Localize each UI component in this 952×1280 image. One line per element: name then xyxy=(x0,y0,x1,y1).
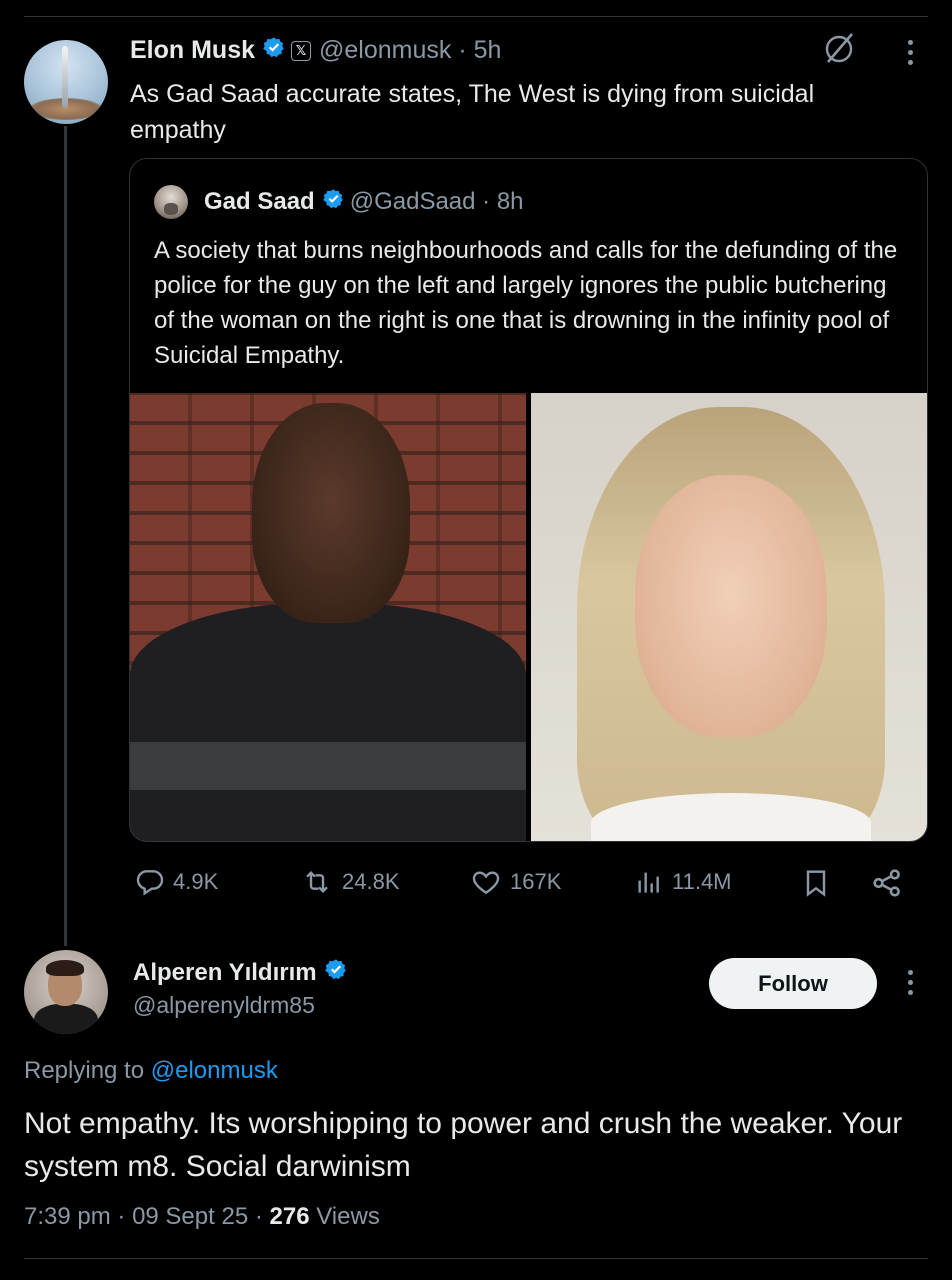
bookmark-icon xyxy=(806,870,826,897)
x-affiliate-icon: 𝕏 xyxy=(291,40,312,61)
reply-time[interactable]: 7:39 pm xyxy=(24,1203,111,1230)
reply-author-handle[interactable]: @alperenyldrm85 xyxy=(133,992,315,1019)
thread-connector-line xyxy=(64,126,67,946)
reply-date[interactable]: 09 Sept 25 xyxy=(132,1203,248,1230)
quoted-author-handle: @GadSaad xyxy=(349,188,476,215)
reply-header: Alperen Yıldırım xyxy=(133,958,353,987)
dot-separator: · xyxy=(451,36,474,64)
reply-icon xyxy=(136,870,164,896)
views-icon xyxy=(638,872,659,893)
author-name[interactable]: Elon Musk xyxy=(130,36,255,65)
top-divider xyxy=(24,16,928,17)
avatar-alperen[interactable] xyxy=(24,950,108,1034)
quoted-post-time: 8h xyxy=(496,188,524,215)
quoted-image-right[interactable] xyxy=(531,393,927,841)
dot-separator: · xyxy=(475,188,497,215)
reply-button[interactable]: 4.9K xyxy=(133,866,218,898)
quoted-post-text: A society that burns neighbourhoods and … xyxy=(154,237,898,369)
verified-badge-icon xyxy=(324,958,347,987)
reply-count: 4.9K xyxy=(173,869,219,894)
quoted-image-left[interactable] xyxy=(130,393,526,841)
verified-badge-icon xyxy=(322,188,344,216)
main-post-text: As Gad Saad accurate states, The West is… xyxy=(130,80,815,144)
views-count: 11.4M xyxy=(672,869,732,894)
share-button[interactable] xyxy=(870,866,910,900)
author-handle[interactable]: @elonmusk xyxy=(319,36,451,65)
repost-count: 24.8K xyxy=(342,869,400,894)
avatar-elon-musk[interactable] xyxy=(24,40,108,124)
replying-to-line: Replying to @elonmusk xyxy=(24,1057,278,1085)
dot-separator: · xyxy=(254,1203,270,1230)
share-icon xyxy=(873,869,900,897)
like-count: 167K xyxy=(510,869,562,894)
main-post-header: Elon Musk 𝕏 @elonmusk · 5h xyxy=(130,36,501,65)
reply-author-name[interactable]: Alperen Yıldırım xyxy=(133,959,317,987)
quoted-author-name: Gad Saad xyxy=(204,188,315,215)
dot-separator: · xyxy=(117,1203,133,1230)
grok-icon[interactable] xyxy=(822,30,858,66)
repost-button[interactable]: 24.8K xyxy=(298,866,400,898)
avatar-gad-saad xyxy=(154,185,188,219)
repost-icon xyxy=(306,870,328,894)
heart-icon xyxy=(472,871,500,895)
verified-badge-icon xyxy=(263,36,285,65)
more-icon[interactable] xyxy=(905,40,915,70)
more-icon[interactable] xyxy=(905,970,915,1000)
views-button[interactable]: 11.4M xyxy=(632,866,732,898)
reply-text: Not empathy. Its worshipping to power an… xyxy=(24,1107,903,1183)
replying-to-mention[interactable]: @elonmusk xyxy=(151,1057,278,1084)
reply-views-label: Views xyxy=(316,1203,380,1230)
reply-views-count: 276 xyxy=(269,1203,310,1230)
replying-to-label: Replying to xyxy=(24,1057,145,1084)
reply-meta: 7:39 pm · 09 Sept 25 · 276 Views xyxy=(24,1203,380,1231)
bottom-divider xyxy=(24,1258,928,1259)
quoted-post-header: Gad Saad @GadSaad · 8h xyxy=(154,185,524,219)
follow-button[interactable]: Follow xyxy=(709,958,877,1009)
bookmark-button[interactable] xyxy=(800,866,838,900)
quoted-post-card[interactable]: Gad Saad @GadSaad · 8h A society that bu… xyxy=(129,158,928,842)
post-time[interactable]: 5h xyxy=(474,36,502,65)
like-button[interactable]: 167K xyxy=(468,866,561,898)
